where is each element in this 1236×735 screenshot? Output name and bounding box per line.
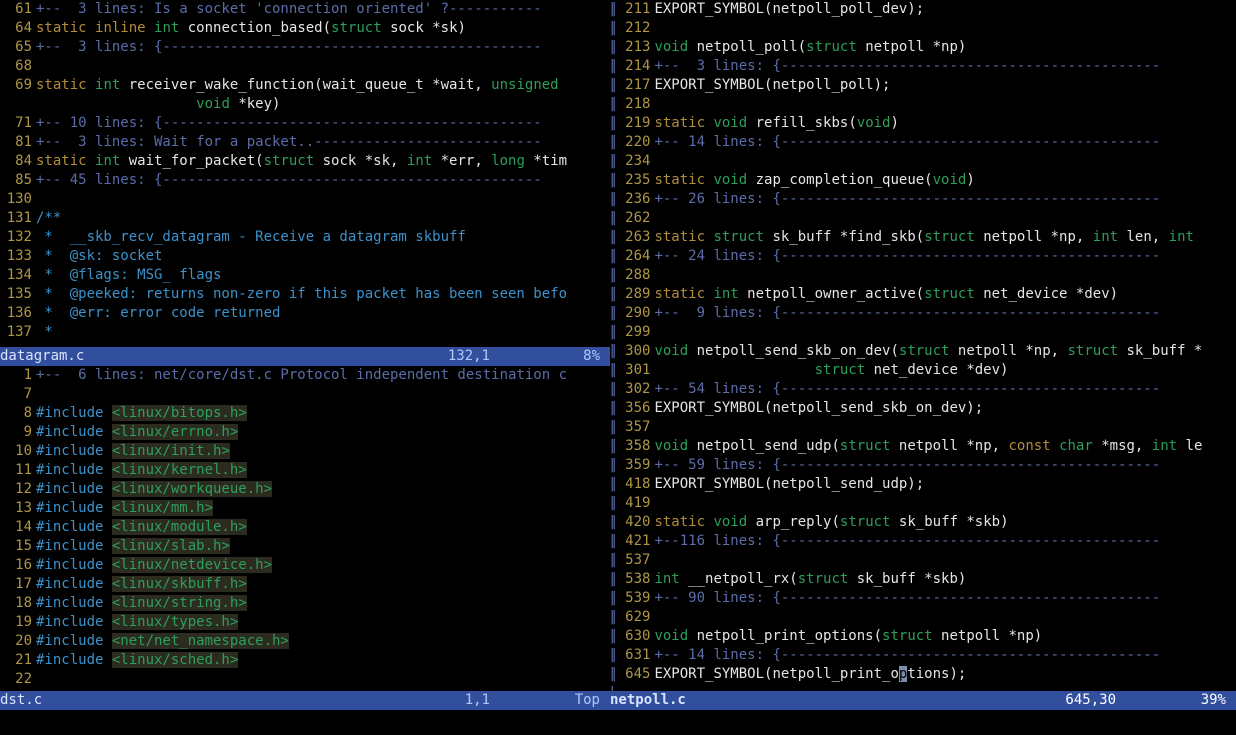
- code-line[interactable]: |220+-- 14 lines: {---------------------…: [610, 133, 1236, 152]
- code-line[interactable]: 132 * __skb_recv_datagram - Receive a da…: [0, 228, 610, 247]
- code-line[interactable]: 131/**: [0, 209, 610, 228]
- code-line[interactable]: |262: [610, 209, 1236, 228]
- code-line[interactable]: |289static int netpoll_owner_active(stru…: [610, 285, 1236, 304]
- code-line[interactable]: |234: [610, 152, 1236, 171]
- cursor-pos: 645,30: [1065, 691, 1116, 710]
- filename: dst.c: [0, 692, 42, 708]
- code-line[interactable]: |211EXPORT_SYMBOL(netpoll_poll_dev);: [610, 0, 1236, 19]
- statusline-left-top: datagram.c 132,1 8%: [0, 347, 610, 366]
- code-line[interactable]: |630void netpoll_print_options(struct ne…: [610, 627, 1236, 646]
- code-line[interactable]: |421+--116 lines: {---------------------…: [610, 532, 1236, 551]
- code-line[interactable]: 71+-- 10 lines: {-----------------------…: [0, 114, 610, 133]
- code-line[interactable]: 14#include <linux/module.h>: [0, 518, 610, 537]
- code-line[interactable]: |302+-- 54 lines: {---------------------…: [610, 380, 1236, 399]
- pane-left-bottom[interactable]: 1+-- 6 lines: net/core/dst.c Protocol in…: [0, 366, 610, 691]
- code-line[interactable]: |213void netpoll_poll(struct netpoll *np…: [610, 38, 1236, 57]
- code-line[interactable]: 136 * @err: error code returned: [0, 304, 610, 323]
- code-line[interactable]: |631+-- 14 lines: {---------------------…: [610, 646, 1236, 665]
- code-line[interactable]: |288: [610, 266, 1236, 285]
- code-line[interactable]: |212: [610, 19, 1236, 38]
- code-line[interactable]: |357: [610, 418, 1236, 437]
- statusline-right: netpoll.c 645,30 39%: [610, 691, 1236, 710]
- code-line[interactable]: |538int __netpoll_rx(struct sk_buff *skb…: [610, 570, 1236, 589]
- code-line[interactable]: 11#include <linux/kernel.h>: [0, 461, 610, 480]
- code-line[interactable]: 13#include <linux/mm.h>: [0, 499, 610, 518]
- code-line[interactable]: 22: [0, 670, 610, 689]
- code-line[interactable]: |358void netpoll_send_udp(struct netpoll…: [610, 437, 1236, 456]
- code-line[interactable]: 130: [0, 190, 610, 209]
- code-line[interactable]: |419: [610, 494, 1236, 513]
- code-line[interactable]: 84static int wait_for_packet(struct sock…: [0, 152, 610, 171]
- code-line[interactable]: |418EXPORT_SYMBOL(netpoll_send_udp);: [610, 475, 1236, 494]
- code-line[interactable]: 18#include <linux/string.h>: [0, 594, 610, 613]
- code-line[interactable]: |629: [610, 608, 1236, 627]
- code-line[interactable]: |218: [610, 95, 1236, 114]
- code-line[interactable]: 16#include <linux/netdevice.h>: [0, 556, 610, 575]
- pane-right[interactable]: |211EXPORT_SYMBOL(netpoll_poll_dev);|212…: [610, 0, 1236, 691]
- code-line[interactable]: 85+-- 45 lines: {-----------------------…: [0, 171, 610, 190]
- code-line[interactable]: |356EXPORT_SYMBOL(netpoll_send_skb_on_de…: [610, 399, 1236, 418]
- scroll-pct: 8%: [583, 347, 600, 366]
- cursor-pos: 132,1: [448, 347, 490, 366]
- code-line[interactable]: 81+-- 3 lines: Wait for a packet..------…: [0, 133, 610, 152]
- code-line[interactable]: |301 struct net_device *dev): [610, 361, 1236, 380]
- code-line[interactable]: 133 * @sk: socket: [0, 247, 610, 266]
- code-line[interactable]: |420static void arp_reply(struct sk_buff…: [610, 513, 1236, 532]
- code-line[interactable]: |264+-- 24 lines: {---------------------…: [610, 247, 1236, 266]
- code-line[interactable]: 65+-- 3 lines: {------------------------…: [0, 38, 610, 57]
- filename: datagram.c: [0, 348, 84, 364]
- vim-editor: 61+-- 3 lines: Is a socket 'connection o…: [0, 0, 1236, 735]
- code-line[interactable]: |263static struct sk_buff *find_skb(stru…: [610, 228, 1236, 247]
- code-line[interactable]: 1+-- 6 lines: net/core/dst.c Protocol in…: [0, 366, 610, 385]
- code-line[interactable]: |539+-- 90 lines: {---------------------…: [610, 589, 1236, 608]
- code-line[interactable]: 134 * @flags: MSG_ flags: [0, 266, 610, 285]
- scroll-pct: Top: [575, 691, 600, 710]
- code-line[interactable]: 135 * @peeked: returns non-zero if this …: [0, 285, 610, 304]
- code-line[interactable]: 68: [0, 57, 610, 76]
- pane-left-top[interactable]: 61+-- 3 lines: Is a socket 'connection o…: [0, 0, 610, 347]
- code-line[interactable]: |299: [610, 323, 1236, 342]
- code-line[interactable]: 137 *: [0, 323, 610, 342]
- statusline-left-bottom: dst.c 1,1 Top: [0, 691, 610, 710]
- code-line[interactable]: 69static int receiver_wake_function(wait…: [0, 76, 610, 95]
- code-line[interactable]: |645EXPORT_SYMBOL(netpoll_print_options)…: [610, 665, 1236, 684]
- code-line[interactable]: |537: [610, 551, 1236, 570]
- code-line[interactable]: |290+-- 9 lines: {----------------------…: [610, 304, 1236, 323]
- code-line[interactable]: 15#include <linux/slab.h>: [0, 537, 610, 556]
- code-line[interactable]: 64static inline int connection_based(str…: [0, 19, 610, 38]
- code-line[interactable]: 7: [0, 385, 610, 404]
- command-line[interactable]: [0, 710, 1236, 735]
- code-line[interactable]: |219static void refill_skbs(void): [610, 114, 1236, 133]
- code-line[interactable]: 19#include <linux/types.h>: [0, 613, 610, 632]
- code-line[interactable]: 17#include <linux/skbuff.h>: [0, 575, 610, 594]
- code-line[interactable]: |214+-- 3 lines: {----------------------…: [610, 57, 1236, 76]
- code-line[interactable]: 61+-- 3 lines: Is a socket 'connection o…: [0, 0, 610, 19]
- code-line[interactable]: |236+-- 26 lines: {---------------------…: [610, 190, 1236, 209]
- code-line[interactable]: |217EXPORT_SYMBOL(netpoll_poll);: [610, 76, 1236, 95]
- code-line[interactable]: 8#include <linux/bitops.h>: [0, 404, 610, 423]
- scroll-pct: 39%: [1201, 691, 1226, 710]
- code-line[interactable]: 10#include <linux/init.h>: [0, 442, 610, 461]
- code-line[interactable]: |235static void zap_completion_queue(voi…: [610, 171, 1236, 190]
- code-line[interactable]: 9#include <linux/errno.h>: [0, 423, 610, 442]
- code-line[interactable]: 21#include <linux/sched.h>: [0, 651, 610, 670]
- code-line[interactable]: |359+-- 59 lines: {---------------------…: [610, 456, 1236, 475]
- code-line[interactable]: |300void netpoll_send_skb_on_dev(struct …: [610, 342, 1236, 361]
- filename: netpoll.c: [610, 692, 686, 708]
- code-line[interactable]: 12#include <linux/workqueue.h>: [0, 480, 610, 499]
- cursor-pos: 1,1: [465, 691, 490, 710]
- code-line[interactable]: void *key): [0, 95, 610, 114]
- code-line[interactable]: 20#include <net/net_namespace.h>: [0, 632, 610, 651]
